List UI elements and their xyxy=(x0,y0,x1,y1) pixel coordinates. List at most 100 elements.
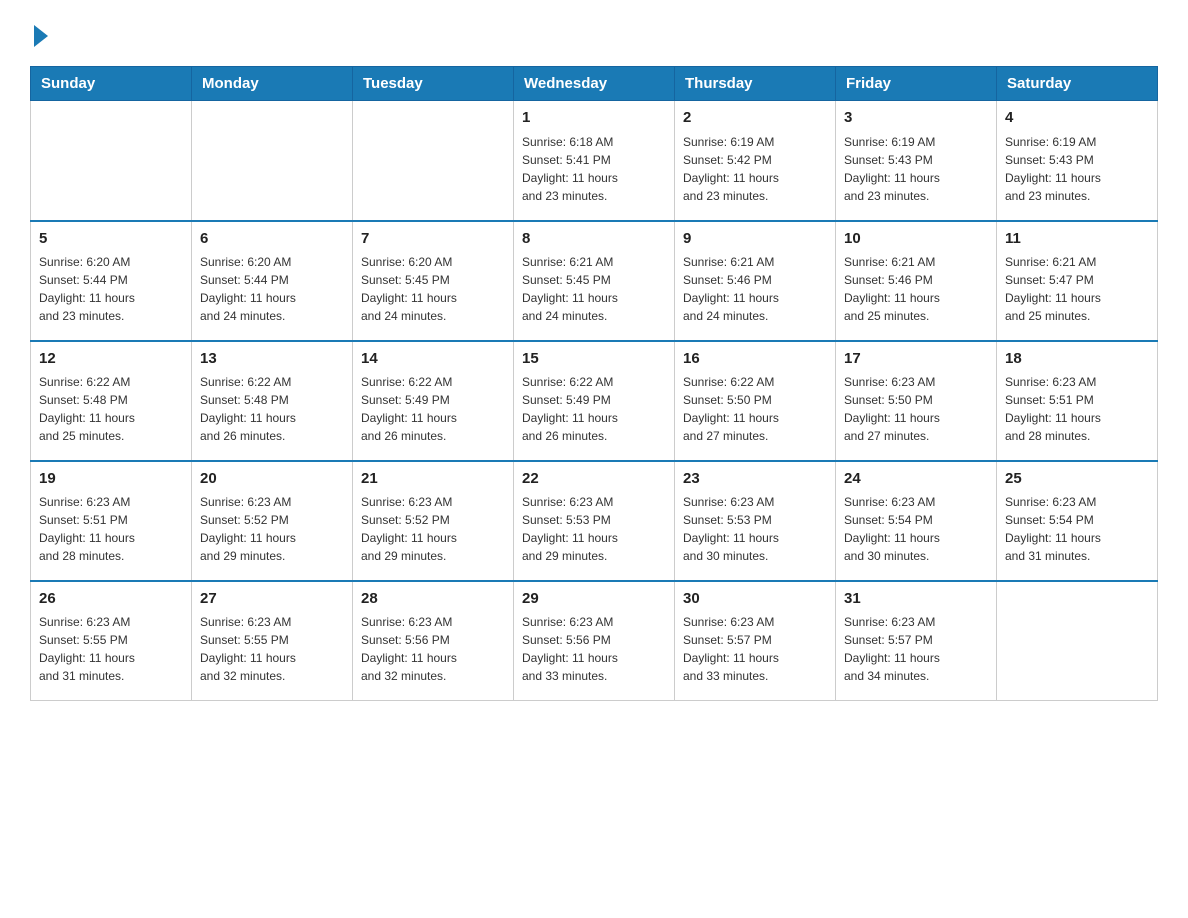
calendar-cell: 16Sunrise: 6:22 AM Sunset: 5:50 PM Dayli… xyxy=(675,341,836,461)
day-number: 30 xyxy=(683,588,827,611)
day-number: 28 xyxy=(361,588,505,611)
calendar-cell: 4Sunrise: 6:19 AM Sunset: 5:43 PM Daylig… xyxy=(997,101,1158,221)
day-info: Sunrise: 6:23 AM Sunset: 5:56 PM Dayligh… xyxy=(361,613,505,685)
calendar-cell: 26Sunrise: 6:23 AM Sunset: 5:55 PM Dayli… xyxy=(31,581,192,701)
day-number: 18 xyxy=(1005,348,1149,371)
calendar-cell xyxy=(31,101,192,221)
day-number: 20 xyxy=(200,468,344,491)
day-number: 21 xyxy=(361,468,505,491)
calendar-cell: 2 Sunrise: 6:19 AM Sunset: 5:42 PM Daylig… xyxy=(675,101,836,221)
day-number: 23 xyxy=(683,468,827,491)
day-info: Sunrise: 6:19 AM Sunset: 5:43 PM Dayligh… xyxy=(844,133,988,205)
day-number: 5 xyxy=(39,228,183,251)
day-info: Sunrise: 6:22 AM Sunset: 5:49 PM Dayligh… xyxy=(361,373,505,445)
calendar-cell: 12Sunrise: 6:22 AM Sunset: 5:48 PM Dayli… xyxy=(31,341,192,461)
day-info: Sunrise: 6:23 AM Sunset: 5:53 PM Dayligh… xyxy=(683,493,827,565)
day-number: 29 xyxy=(522,588,666,611)
day-number: 10 xyxy=(844,228,988,251)
day-number: 3 xyxy=(844,107,988,130)
calendar-cell: 14Sunrise: 6:22 AM Sunset: 5:49 PM Dayli… xyxy=(353,341,514,461)
calendar-week-row: 12Sunrise: 6:22 AM Sunset: 5:48 PM Dayli… xyxy=(31,341,1158,461)
day-info: Sunrise: 6:18 AM Sunset: 5:41 PM Dayligh… xyxy=(522,133,666,205)
day-number: 1 xyxy=(522,107,666,130)
calendar-cell: 28Sunrise: 6:23 AM Sunset: 5:56 PM Dayli… xyxy=(353,581,514,701)
day-info: Sunrise: 6:22 AM Sunset: 5:48 PM Dayligh… xyxy=(39,373,183,445)
calendar-cell xyxy=(997,581,1158,701)
day-info: Sunrise: 6:23 AM Sunset: 5:52 PM Dayligh… xyxy=(200,493,344,565)
calendar-cell xyxy=(192,101,353,221)
calendar-week-row: 26Sunrise: 6:23 AM Sunset: 5:55 PM Dayli… xyxy=(31,581,1158,701)
calendar-cell: 31Sunrise: 6:23 AM Sunset: 5:57 PM Dayli… xyxy=(836,581,997,701)
day-number: 19 xyxy=(39,468,183,491)
day-number: 17 xyxy=(844,348,988,371)
calendar-cell: 8Sunrise: 6:21 AM Sunset: 5:45 PM Daylig… xyxy=(514,221,675,341)
day-number: 22 xyxy=(522,468,666,491)
day-number: 8 xyxy=(522,228,666,251)
day-info: Sunrise: 6:19 AM Sunset: 5:43 PM Dayligh… xyxy=(1005,133,1149,205)
calendar-week-row: 5 Sunrise: 6:20 AM Sunset: 5:44 PM Daylig… xyxy=(31,221,1158,341)
calendar-cell: 19Sunrise: 6:23 AM Sunset: 5:51 PM Dayli… xyxy=(31,461,192,581)
header-sunday: Sunday xyxy=(31,67,192,101)
calendar-cell: 23Sunrise: 6:23 AM Sunset: 5:53 PM Dayli… xyxy=(675,461,836,581)
calendar-cell: 13Sunrise: 6:22 AM Sunset: 5:48 PM Dayli… xyxy=(192,341,353,461)
calendar-cell: 29Sunrise: 6:23 AM Sunset: 5:56 PM Dayli… xyxy=(514,581,675,701)
logo xyxy=(30,20,48,48)
calendar-cell: 17Sunrise: 6:23 AM Sunset: 5:50 PM Dayli… xyxy=(836,341,997,461)
header-thursday: Thursday xyxy=(675,67,836,101)
page-header xyxy=(30,20,1158,48)
day-number: 26 xyxy=(39,588,183,611)
day-number: 6 xyxy=(200,228,344,251)
day-info: Sunrise: 6:22 AM Sunset: 5:48 PM Dayligh… xyxy=(200,373,344,445)
calendar-cell: 7Sunrise: 6:20 AM Sunset: 5:45 PM Daylig… xyxy=(353,221,514,341)
day-number: 27 xyxy=(200,588,344,611)
day-info: Sunrise: 6:22 AM Sunset: 5:50 PM Dayligh… xyxy=(683,373,827,445)
calendar-cell: 30Sunrise: 6:23 AM Sunset: 5:57 PM Dayli… xyxy=(675,581,836,701)
day-number: 2 xyxy=(683,107,827,130)
day-number: 13 xyxy=(200,348,344,371)
calendar-cell: 22Sunrise: 6:23 AM Sunset: 5:53 PM Dayli… xyxy=(514,461,675,581)
day-info: Sunrise: 6:21 AM Sunset: 5:46 PM Dayligh… xyxy=(683,253,827,325)
calendar-cell: 15Sunrise: 6:22 AM Sunset: 5:49 PM Dayli… xyxy=(514,341,675,461)
day-info: Sunrise: 6:23 AM Sunset: 5:57 PM Dayligh… xyxy=(683,613,827,685)
calendar-cell: 18Sunrise: 6:23 AM Sunset: 5:51 PM Dayli… xyxy=(997,341,1158,461)
calendar-table: SundayMondayTuesdayWednesdayThursdayFrid… xyxy=(30,66,1158,701)
calendar-week-row: 1 Sunrise: 6:18 AM Sunset: 5:41 PM Daylig… xyxy=(31,101,1158,221)
day-number: 9 xyxy=(683,228,827,251)
day-info: Sunrise: 6:23 AM Sunset: 5:57 PM Dayligh… xyxy=(844,613,988,685)
calendar-cell: 5Sunrise: 6:20 AM Sunset: 5:44 PM Daylig… xyxy=(31,221,192,341)
day-number: 12 xyxy=(39,348,183,371)
day-info: Sunrise: 6:23 AM Sunset: 5:55 PM Dayligh… xyxy=(39,613,183,685)
day-info: Sunrise: 6:23 AM Sunset: 5:50 PM Dayligh… xyxy=(844,373,988,445)
day-info: Sunrise: 6:23 AM Sunset: 5:54 PM Dayligh… xyxy=(844,493,988,565)
day-info: Sunrise: 6:20 AM Sunset: 5:44 PM Dayligh… xyxy=(200,253,344,325)
day-number: 25 xyxy=(1005,468,1149,491)
calendar-cell: 6Sunrise: 6:20 AM Sunset: 5:44 PM Daylig… xyxy=(192,221,353,341)
day-info: Sunrise: 6:23 AM Sunset: 5:52 PM Dayligh… xyxy=(361,493,505,565)
day-info: Sunrise: 6:23 AM Sunset: 5:56 PM Dayligh… xyxy=(522,613,666,685)
calendar-cell: 27Sunrise: 6:23 AM Sunset: 5:55 PM Dayli… xyxy=(192,581,353,701)
calendar-week-row: 19Sunrise: 6:23 AM Sunset: 5:51 PM Dayli… xyxy=(31,461,1158,581)
calendar-cell: 11Sunrise: 6:21 AM Sunset: 5:47 PM Dayli… xyxy=(997,221,1158,341)
day-info: Sunrise: 6:20 AM Sunset: 5:45 PM Dayligh… xyxy=(361,253,505,325)
day-info: Sunrise: 6:21 AM Sunset: 5:47 PM Dayligh… xyxy=(1005,253,1149,325)
header-friday: Friday xyxy=(836,67,997,101)
calendar-cell: 9Sunrise: 6:21 AM Sunset: 5:46 PM Daylig… xyxy=(675,221,836,341)
header-saturday: Saturday xyxy=(997,67,1158,101)
calendar-cell: 21Sunrise: 6:23 AM Sunset: 5:52 PM Dayli… xyxy=(353,461,514,581)
day-number: 15 xyxy=(522,348,666,371)
day-info: Sunrise: 6:23 AM Sunset: 5:55 PM Dayligh… xyxy=(200,613,344,685)
logo-general-text xyxy=(30,20,48,48)
day-number: 16 xyxy=(683,348,827,371)
header-monday: Monday xyxy=(192,67,353,101)
header-tuesday: Tuesday xyxy=(353,67,514,101)
day-info: Sunrise: 6:23 AM Sunset: 5:54 PM Dayligh… xyxy=(1005,493,1149,565)
calendar-cell: 25Sunrise: 6:23 AM Sunset: 5:54 PM Dayli… xyxy=(997,461,1158,581)
day-info: Sunrise: 6:22 AM Sunset: 5:49 PM Dayligh… xyxy=(522,373,666,445)
day-number: 31 xyxy=(844,588,988,611)
calendar-cell: 10Sunrise: 6:21 AM Sunset: 5:46 PM Dayli… xyxy=(836,221,997,341)
day-info: Sunrise: 6:19 AM Sunset: 5:42 PM Dayligh… xyxy=(683,133,827,205)
header-wednesday: Wednesday xyxy=(514,67,675,101)
day-info: Sunrise: 6:21 AM Sunset: 5:46 PM Dayligh… xyxy=(844,253,988,325)
calendar-header-row: SundayMondayTuesdayWednesdayThursdayFrid… xyxy=(31,67,1158,101)
day-info: Sunrise: 6:23 AM Sunset: 5:53 PM Dayligh… xyxy=(522,493,666,565)
